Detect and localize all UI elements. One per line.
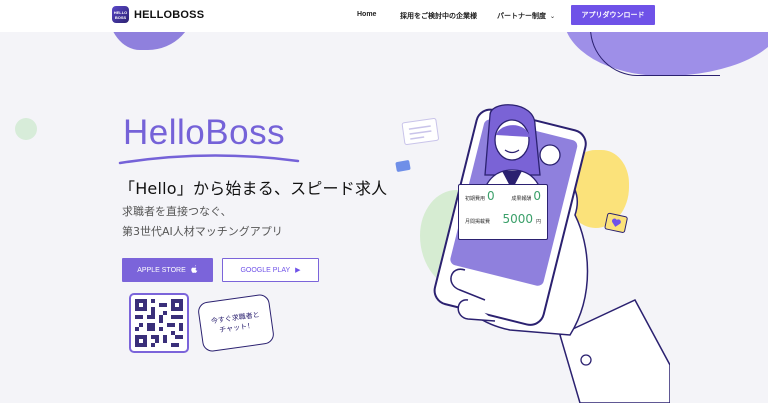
monthly-fee-unit: 円 (535, 219, 541, 225)
nav-partner-program[interactable]: パートナー制度 ⌄ (497, 11, 555, 21)
hero-subtitle-line-1: 求職者を直接つなぐ、 (122, 205, 232, 218)
nav-partner-label: パートナー制度 (497, 13, 546, 20)
pricing-card: 初期費用 0 成果報酬 0 月間掲載費 5000 円 (458, 184, 548, 240)
nav-home[interactable]: Home (357, 11, 376, 18)
brand-heading: HelloBoss (123, 113, 286, 152)
qr-code (129, 293, 189, 353)
success-fee-value: 0 (533, 189, 541, 203)
chat-speech-bubble: 今すぐ求職者と チャット！ (196, 293, 276, 353)
hero-subtitle-line-2: 第3世代AI人材マッチングアプリ (122, 225, 283, 238)
logo-mark: HELLO BOSS (112, 6, 129, 23)
site-header: HELLO BOSS HELLOBOSS Home 採用をご検討中の企業様 パート… (0, 0, 768, 32)
hero-illustration (395, 104, 670, 403)
app-download-button[interactable]: アプリダウンロード (571, 5, 655, 25)
apple-store-button[interactable]: APPLE STORE (122, 258, 213, 282)
apple-icon (191, 265, 198, 275)
google-play-label: GOOGLE PLAY (240, 266, 291, 274)
brand-underline-swash (118, 154, 300, 165)
pricing-row-bottom: 月間掲載費 5000 円 (465, 212, 541, 235)
pricing-row-top: 初期費用 0 成果報酬 0 (465, 189, 541, 212)
monthly-fee-label: 月間掲載費 (465, 219, 491, 225)
google-play-button[interactable]: GOOGLE PLAY ▶ (222, 258, 319, 282)
nav-for-companies[interactable]: 採用をご検討中の企業様 (400, 11, 477, 21)
play-icon: ▶ (295, 267, 301, 274)
initial-fee-label: 初期費用 (465, 196, 486, 202)
success-fee-label: 成果報酬 (511, 196, 532, 202)
decor-outline-curve (590, 28, 720, 76)
monthly-fee-value: 5000 (502, 212, 533, 226)
logo[interactable]: HELLO BOSS HELLOBOSS (112, 6, 204, 23)
logo-text: HELLOBOSS (134, 8, 205, 21)
initial-fee-value: 0 (487, 189, 495, 203)
apple-store-label: APPLE STORE (137, 266, 186, 274)
hero-title: 「Hello」から始まる、スピード求人 (119, 179, 388, 198)
chevron-down-icon: ⌄ (550, 13, 556, 20)
decor-blob-green-small (15, 118, 37, 140)
